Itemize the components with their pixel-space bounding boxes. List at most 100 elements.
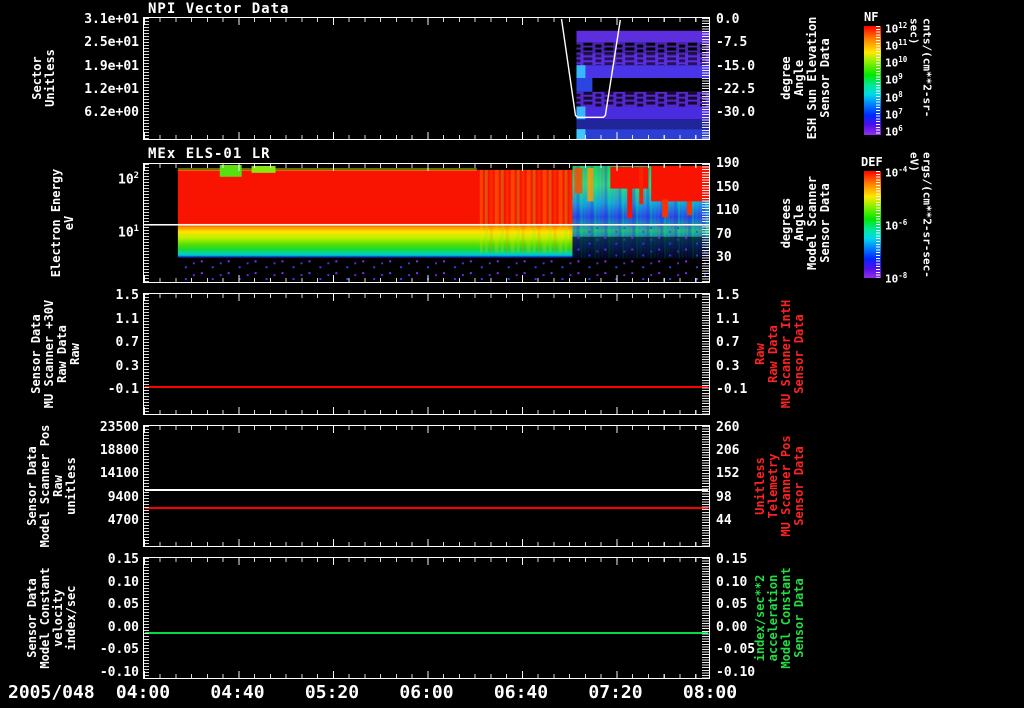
x-tick-label: 06:00 (399, 682, 454, 703)
axis-label-line: Model Constant (38, 567, 52, 669)
axis-label-line: MU Scanner IntH (779, 299, 793, 409)
axis-label-line: velocity (51, 589, 65, 647)
axis-label-line: degrees (779, 197, 793, 249)
panel2-spectrogram (144, 164, 709, 282)
axis-label-line: Angle (792, 204, 806, 242)
y-tick-label: 152 (716, 466, 740, 482)
axis-label-line: Sensor Data (818, 38, 832, 118)
y-tick-label: 0.3 (115, 358, 139, 374)
axis-label-line: Angle (792, 59, 806, 97)
y-tick-label: 1.1 (716, 311, 740, 327)
panel2-left-ticks: 102 101 (50, 0, 139, 708)
colorbar-ruler (876, 26, 880, 135)
y-tick-label: 110 (716, 203, 740, 218)
y-tick-label: 44 (716, 512, 732, 528)
panel3-left-ticks: 1.5 1.1 0.7 0.3 -0.1 (50, 0, 139, 708)
x-tick-label: 04:00 (115, 682, 171, 703)
colorbar-def-unit: ergs/(cm**2-sr-sec-eV) (907, 152, 934, 278)
panel3-right-axis-ruler (702, 294, 709, 414)
x-tick-label: 07:20 (588, 682, 643, 703)
panel3-top-axis-ticks (144, 294, 709, 301)
axis-label-line: ESH Sun Elevation (805, 16, 819, 140)
y-tick-label: 150 (716, 179, 740, 195)
panel5-top-axis-ticks (144, 558, 709, 565)
y-tick-label: -7.5 (716, 35, 748, 51)
panel1-left-axis-label: Sector Unitless (30, 38, 57, 118)
axis-label-line: Raw Data (55, 325, 69, 383)
panel2-title: MEx ELS-01 LR (148, 146, 271, 162)
y-tick-label: 0.10 (716, 574, 748, 590)
axis-label-line: MU Scanner Pos (779, 435, 793, 537)
axis-label-line: Sensor Data (25, 446, 39, 526)
panel1-spectrogram (144, 18, 709, 139)
axis-label-line: index/sec (64, 585, 78, 651)
y-tick-label: 9400 (107, 489, 139, 505)
panel4-right-axis-label: Sensor Data MU Scanner Pos Telemetry Unitle… (753, 431, 806, 541)
panel5-left-axis-label: Sensor Data Model Constant velocity index/s… (25, 563, 78, 673)
x-axis-tick-labels: 04:00 04:40 05:20 06:00 06:40 07:20 08:00 (0, 682, 1024, 706)
y-tick-label: -0.1 (107, 382, 139, 397)
axis-label-line: index/sec**2 (753, 574, 767, 662)
panel4-bottom-axis-ticks (144, 539, 709, 546)
panel2-right-ticks: 190 150 110 70 30 (716, 0, 780, 708)
mu-scanner-30v-line (145, 386, 708, 388)
axis-label-line: Raw (68, 343, 82, 365)
y-tick-label: -22.5 (716, 81, 756, 97)
y-tick-label: -30.0 (716, 105, 756, 121)
y-tick-label: 2.5e+01 (84, 35, 139, 51)
panel2-right-axis-label: Sensor Data Model Scanner Angle degrees (779, 168, 832, 278)
panel5-right-axis-ruler (702, 558, 709, 678)
mu-scanner-pos-telemetry-line (145, 507, 708, 509)
y-tick-label: 101 (118, 224, 139, 241)
axis-label-line: Model Scanner Pos (38, 424, 52, 548)
colorbar-nf (864, 26, 881, 135)
panel3-left-axis-label: Sensor Data MU Scanner +30V Raw Data Raw (29, 294, 82, 414)
axis-label-line: MU Scanner +30V (42, 299, 56, 409)
panel4-frame (143, 425, 710, 547)
colorbar-nf-title: NF (864, 10, 879, 24)
y-tick-label: -15.0 (716, 58, 756, 74)
y-tick-label: 70 (716, 226, 732, 242)
axis-label-line: Telemetry (766, 453, 780, 519)
y-tick-label: -0.1 (716, 382, 748, 397)
panel4-left-ticks: 23500 18800 14100 9400 4700 (50, 0, 139, 708)
axis-label-line: Unitless (753, 457, 767, 515)
y-tick-label: 0.0 (716, 12, 740, 27)
model-scanner-pos-line (145, 489, 708, 491)
colorbar-def (864, 171, 881, 278)
y-tick-label: 6.2e+00 (84, 105, 139, 121)
y-tick-label: 0.00 (716, 619, 748, 635)
y-tick-label: 102 (118, 171, 139, 188)
axis-label-line: Sensor Data (29, 314, 43, 394)
y-tick-label: 1.1 (115, 311, 139, 327)
y-tick-label: 3.1e+01 (84, 12, 139, 27)
axis-label-line: Sensor Data (792, 314, 806, 394)
axis-label-line: Sensor Data (792, 446, 806, 526)
panel1-frame (143, 17, 710, 140)
panel3-left-axis-ruler (144, 294, 149, 414)
panel3-frame (143, 293, 710, 415)
y-tick-label: 1.9e+01 (84, 58, 139, 74)
panel4-left-axis-ruler (144, 426, 149, 546)
panel5-right-axis-label: Sensor Data Model Constant acceleration ind… (753, 563, 806, 673)
panel1-title: NPI Vector Data (148, 1, 290, 17)
colorbar-nf-unit: cnts/(cm**2-sr-sec) (907, 18, 934, 118)
y-tick-label: 18800 (99, 443, 139, 459)
axis-label-line: Raw (51, 475, 65, 497)
model-constant-velocity-line (145, 632, 708, 634)
y-tick-label: 0.05 (716, 597, 748, 613)
y-tick-label: -0.10 (716, 665, 756, 680)
y-tick-label: -0.05 (716, 642, 756, 658)
panel1-right-ticks: 0.0 -7.5 -15.0 -22.5 -30.0 (716, 0, 780, 708)
y-tick-label: 206 (716, 443, 740, 459)
panel5-right-ticks: 0.15 0.10 0.05 0.00 -0.05 -0.10 (716, 0, 780, 708)
panel4-top-axis-ticks (144, 426, 709, 433)
axis-label-line: acceleration (766, 574, 780, 662)
axis-label-line: Sensor Data (792, 578, 806, 658)
panel5-left-axis-ruler (144, 558, 149, 678)
axis-label-line: Sensor Data (818, 183, 832, 263)
x-tick-label: 08:00 (682, 682, 738, 703)
panel4-right-axis-ruler (702, 426, 709, 546)
x-tick-label: 04:40 (210, 682, 265, 703)
axis-label-line: eV (62, 215, 76, 231)
